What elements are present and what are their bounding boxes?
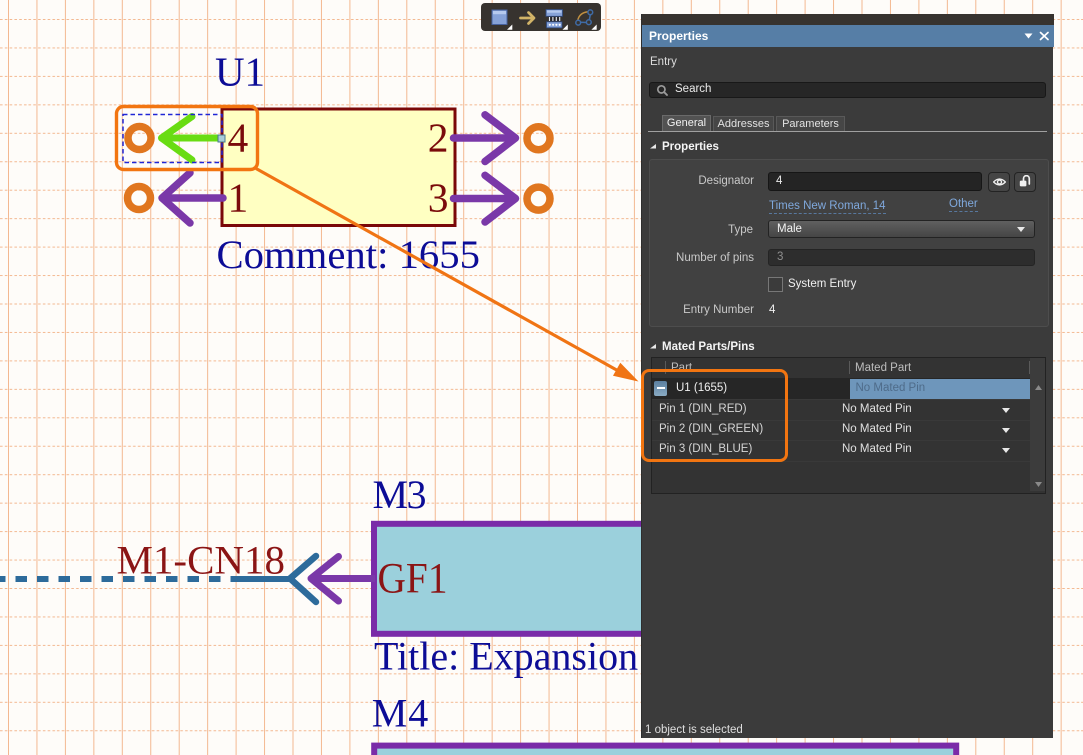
svg-text:2: 2 — [428, 115, 449, 161]
svg-text:1: 1 — [228, 175, 249, 221]
svg-text:3: 3 — [428, 175, 449, 221]
svg-text:4: 4 — [228, 115, 249, 161]
svg-text:M3: M3 — [373, 472, 427, 517]
svg-text:U1: U1 — [215, 49, 265, 95]
svg-text:M4: M4 — [372, 691, 429, 736]
svg-text:M1-CN18: M1-CN18 — [117, 538, 286, 583]
svg-text:GF1: GF1 — [378, 556, 448, 603]
